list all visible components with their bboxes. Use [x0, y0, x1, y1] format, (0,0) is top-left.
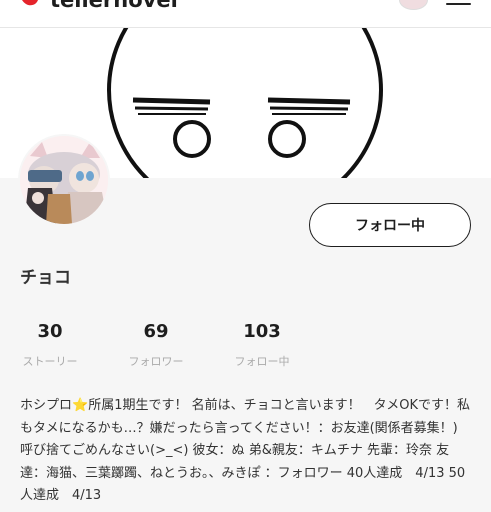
bio-text-start: ホシプロ [20, 398, 73, 413]
avatar-anime-illustration [20, 136, 108, 224]
profile-bio: ホシプロ⭐所属1期生です！ 名前は、チョコと言います！ タメOKです！私もタメに… [20, 395, 471, 508]
stat-stories-label: ストーリー [22, 355, 78, 368]
stat-following-label: フォロー中 [234, 355, 290, 368]
stat-followers-label: フォロワー [128, 355, 184, 368]
logo-text: tellernovel [50, 0, 178, 12]
hamburger-menu-icon[interactable] [446, 0, 471, 8]
logo-bird-icon [22, 0, 38, 6]
following-button[interactable]: フォロー中 [309, 203, 471, 247]
stat-stories[interactable]: 30 ストーリー [18, 320, 82, 369]
stat-followers[interactable]: 69 フォロワー [122, 320, 190, 369]
top-nav-bar: tellernovel [0, 0, 491, 28]
stat-stories-count: 30 [37, 321, 63, 342]
nav-user-avatar[interactable] [399, 0, 428, 10]
bio-text-rest: 所属1期生です！ 名前は、チョコと言います！ タメOKです！私もタメになるかも…… [20, 398, 470, 503]
stat-following[interactable]: 103 フォロー中 [228, 320, 296, 369]
profile-avatar[interactable] [20, 136, 108, 224]
stat-following-count: 103 [243, 321, 281, 342]
stat-followers-count: 69 [143, 321, 169, 342]
app-logo[interactable]: tellernovel [20, 0, 178, 12]
profile-name: チョコ [20, 268, 71, 288]
star-emoji-icon: ⭐ [72, 398, 89, 413]
